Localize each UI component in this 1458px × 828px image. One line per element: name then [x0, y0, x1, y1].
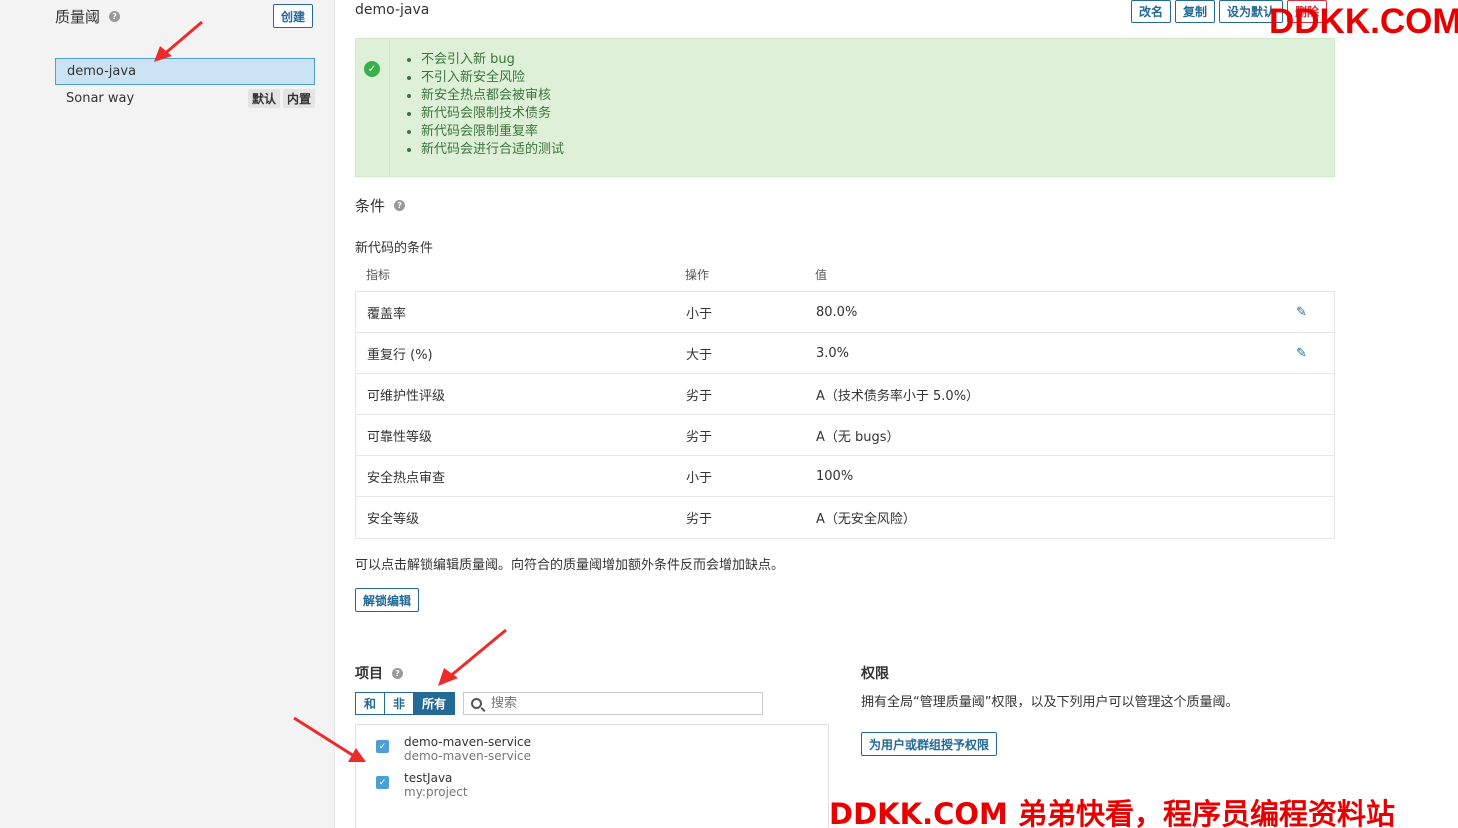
project-list: ✓ demo-maven-service demo-maven-service … — [355, 724, 829, 828]
project-name: testJava — [404, 771, 453, 785]
pencil-icon[interactable]: ✎ — [1296, 346, 1310, 361]
checkbox-checked-icon[interactable]: ✓ — [376, 740, 389, 753]
info-item: 新代码会进行合适的测试 — [421, 141, 564, 159]
cond-metric: 覆盖率 — [367, 306, 407, 322]
sidebar: 质量阈 ? 创建 demo-java Sonar way 默认 内置 — [0, 0, 335, 828]
cond-metric: 可维护性评级 — [367, 388, 446, 404]
col-head-op: 操作 — [685, 268, 710, 282]
col-head-metric: 指标 — [366, 268, 391, 282]
annotation-arrow-icon — [293, 716, 366, 762]
conditions-table: 覆盖率 小于 80.0% ✎ 重复行 (%) 大于 3.0% ✎ 可维护性评级 … — [355, 291, 1335, 539]
table-row: 安全热点审查 小于 100% — [356, 456, 1334, 497]
builtin-badge: 内置 — [282, 89, 315, 108]
filter-selected[interactable]: 和 — [355, 692, 386, 715]
cond-op: 小于 — [686, 306, 713, 322]
filter-unselected[interactable]: 非 — [385, 692, 415, 715]
info-list: 不会引入新 bug 不引入新安全风险 新安全热点都会被审核 新代码会限制技术债务… — [421, 51, 564, 159]
cond-value: A（无安全风险） — [816, 512, 916, 527]
cond-metric: 重复行 (%) — [367, 347, 433, 363]
table-row: 重复行 (%) 大于 3.0% ✎ — [356, 333, 1334, 374]
table-row: 可维护性评级 劣于 A（技术债务率小于 5.0%） — [356, 374, 1334, 415]
projects-title: 项目 ? — [355, 663, 403, 683]
search-icon — [471, 698, 482, 709]
watermark-bottom: DDKK.COM 弟弟快看，程序员编程资料站 — [829, 797, 1395, 828]
permissions-title: 权限 — [861, 666, 889, 682]
table-row: 安全等级 劣于 A（无安全风险） — [356, 497, 1334, 538]
sidebar-header: 质量阈 ? — [55, 6, 121, 27]
check-icon: ✓ — [364, 61, 380, 77]
cond-metric: 安全等级 — [367, 512, 420, 527]
gate-info-box: ✓ 不会引入新 bug 不引入新安全风险 新安全热点都会被审核 新代码会限制技术… — [355, 38, 1335, 177]
watermark-top: DDKK.COM — [1269, 2, 1458, 41]
page-title: demo-java — [355, 2, 430, 18]
sidebar-title: 质量阈 — [55, 8, 101, 26]
info-item: 新安全热点都会被审核 — [421, 87, 564, 105]
annotation-arrow-icon — [438, 628, 507, 686]
conditions-title-label: 条件 — [355, 197, 386, 215]
list-item[interactable]: ✓ testJava my:project — [376, 771, 468, 799]
sidebar-item-label: demo-java — [67, 64, 137, 79]
cond-op: 劣于 — [686, 512, 713, 527]
help-icon[interactable]: ? — [109, 11, 121, 22]
table-row: 可靠性等级 劣于 A（无 bugs） — [356, 415, 1334, 456]
cond-value: 80.0% — [816, 304, 858, 320]
cond-op: 小于 — [686, 470, 713, 486]
default-badge: 默认 — [247, 89, 280, 108]
cond-value: 3.0% — [816, 345, 850, 361]
table-row: 覆盖率 小于 80.0% ✎ — [356, 292, 1334, 333]
project-key: my:project — [404, 785, 468, 799]
info-item: 不引入新安全风险 — [421, 69, 564, 87]
cond-value: 100% — [816, 468, 854, 484]
sidebar-item-sonar-way[interactable]: Sonar way 默认 内置 — [55, 85, 315, 112]
sidebar-item-label: Sonar way — [66, 91, 135, 106]
cond-op: 大于 — [686, 347, 713, 363]
cond-op: 劣于 — [686, 388, 713, 404]
unlock-edit-button[interactable]: 解锁编辑 — [355, 588, 420, 612]
sidebar-item-badges: 默认 内置 — [247, 89, 315, 108]
projects-title-label: 项目 — [355, 666, 383, 682]
create-button[interactable]: 创建 — [273, 4, 314, 28]
unlock-note: 可以点击解锁编辑质量阈。向符合的质量阈增加额外条件反而会增加缺点。 — [355, 558, 785, 573]
help-icon[interactable]: ? — [392, 667, 403, 679]
cond-metric: 安全热点审查 — [367, 470, 446, 486]
cond-value: A（无 bugs） — [816, 429, 900, 445]
filter-all[interactable]: 所有 — [414, 692, 456, 715]
project-key: demo-maven-service — [404, 749, 532, 763]
cond-value: A（技术债务率小于 5.0%） — [816, 388, 980, 404]
info-divider — [389, 39, 390, 176]
rename-button[interactable]: 改名 — [1131, 0, 1172, 23]
project-search — [463, 692, 763, 715]
project-name: demo-maven-service — [404, 735, 532, 749]
conditions-title: 条件 ? — [355, 195, 406, 216]
help-icon[interactable]: ? — [394, 200, 406, 211]
permissions-description: 拥有全局“管理质量阈”权限，以及下列用户可以管理这个质量阈。 — [861, 695, 1239, 710]
project-filter-segmented: 和 非 所有 — [355, 692, 456, 715]
pencil-icon[interactable]: ✎ — [1296, 305, 1310, 320]
cond-op: 劣于 — [686, 429, 713, 445]
cond-metric: 可靠性等级 — [367, 429, 433, 445]
copy-button[interactable]: 复制 — [1175, 0, 1216, 23]
annotation-arrow-icon — [154, 20, 203, 62]
conditions-subtitle: 新代码的条件 — [355, 241, 434, 256]
grant-permission-button[interactable]: 为用户或群组授予权限 — [861, 732, 998, 756]
info-item: 不会引入新 bug — [421, 51, 564, 69]
info-item: 新代码会限制重复率 — [421, 123, 564, 141]
col-head-value: 值 — [815, 268, 828, 282]
checkbox-checked-icon[interactable]: ✓ — [376, 776, 389, 789]
search-input[interactable] — [491, 696, 741, 711]
info-item: 新代码会限制技术债务 — [421, 105, 564, 123]
list-item[interactable]: ✓ demo-maven-service demo-maven-service — [376, 735, 531, 763]
